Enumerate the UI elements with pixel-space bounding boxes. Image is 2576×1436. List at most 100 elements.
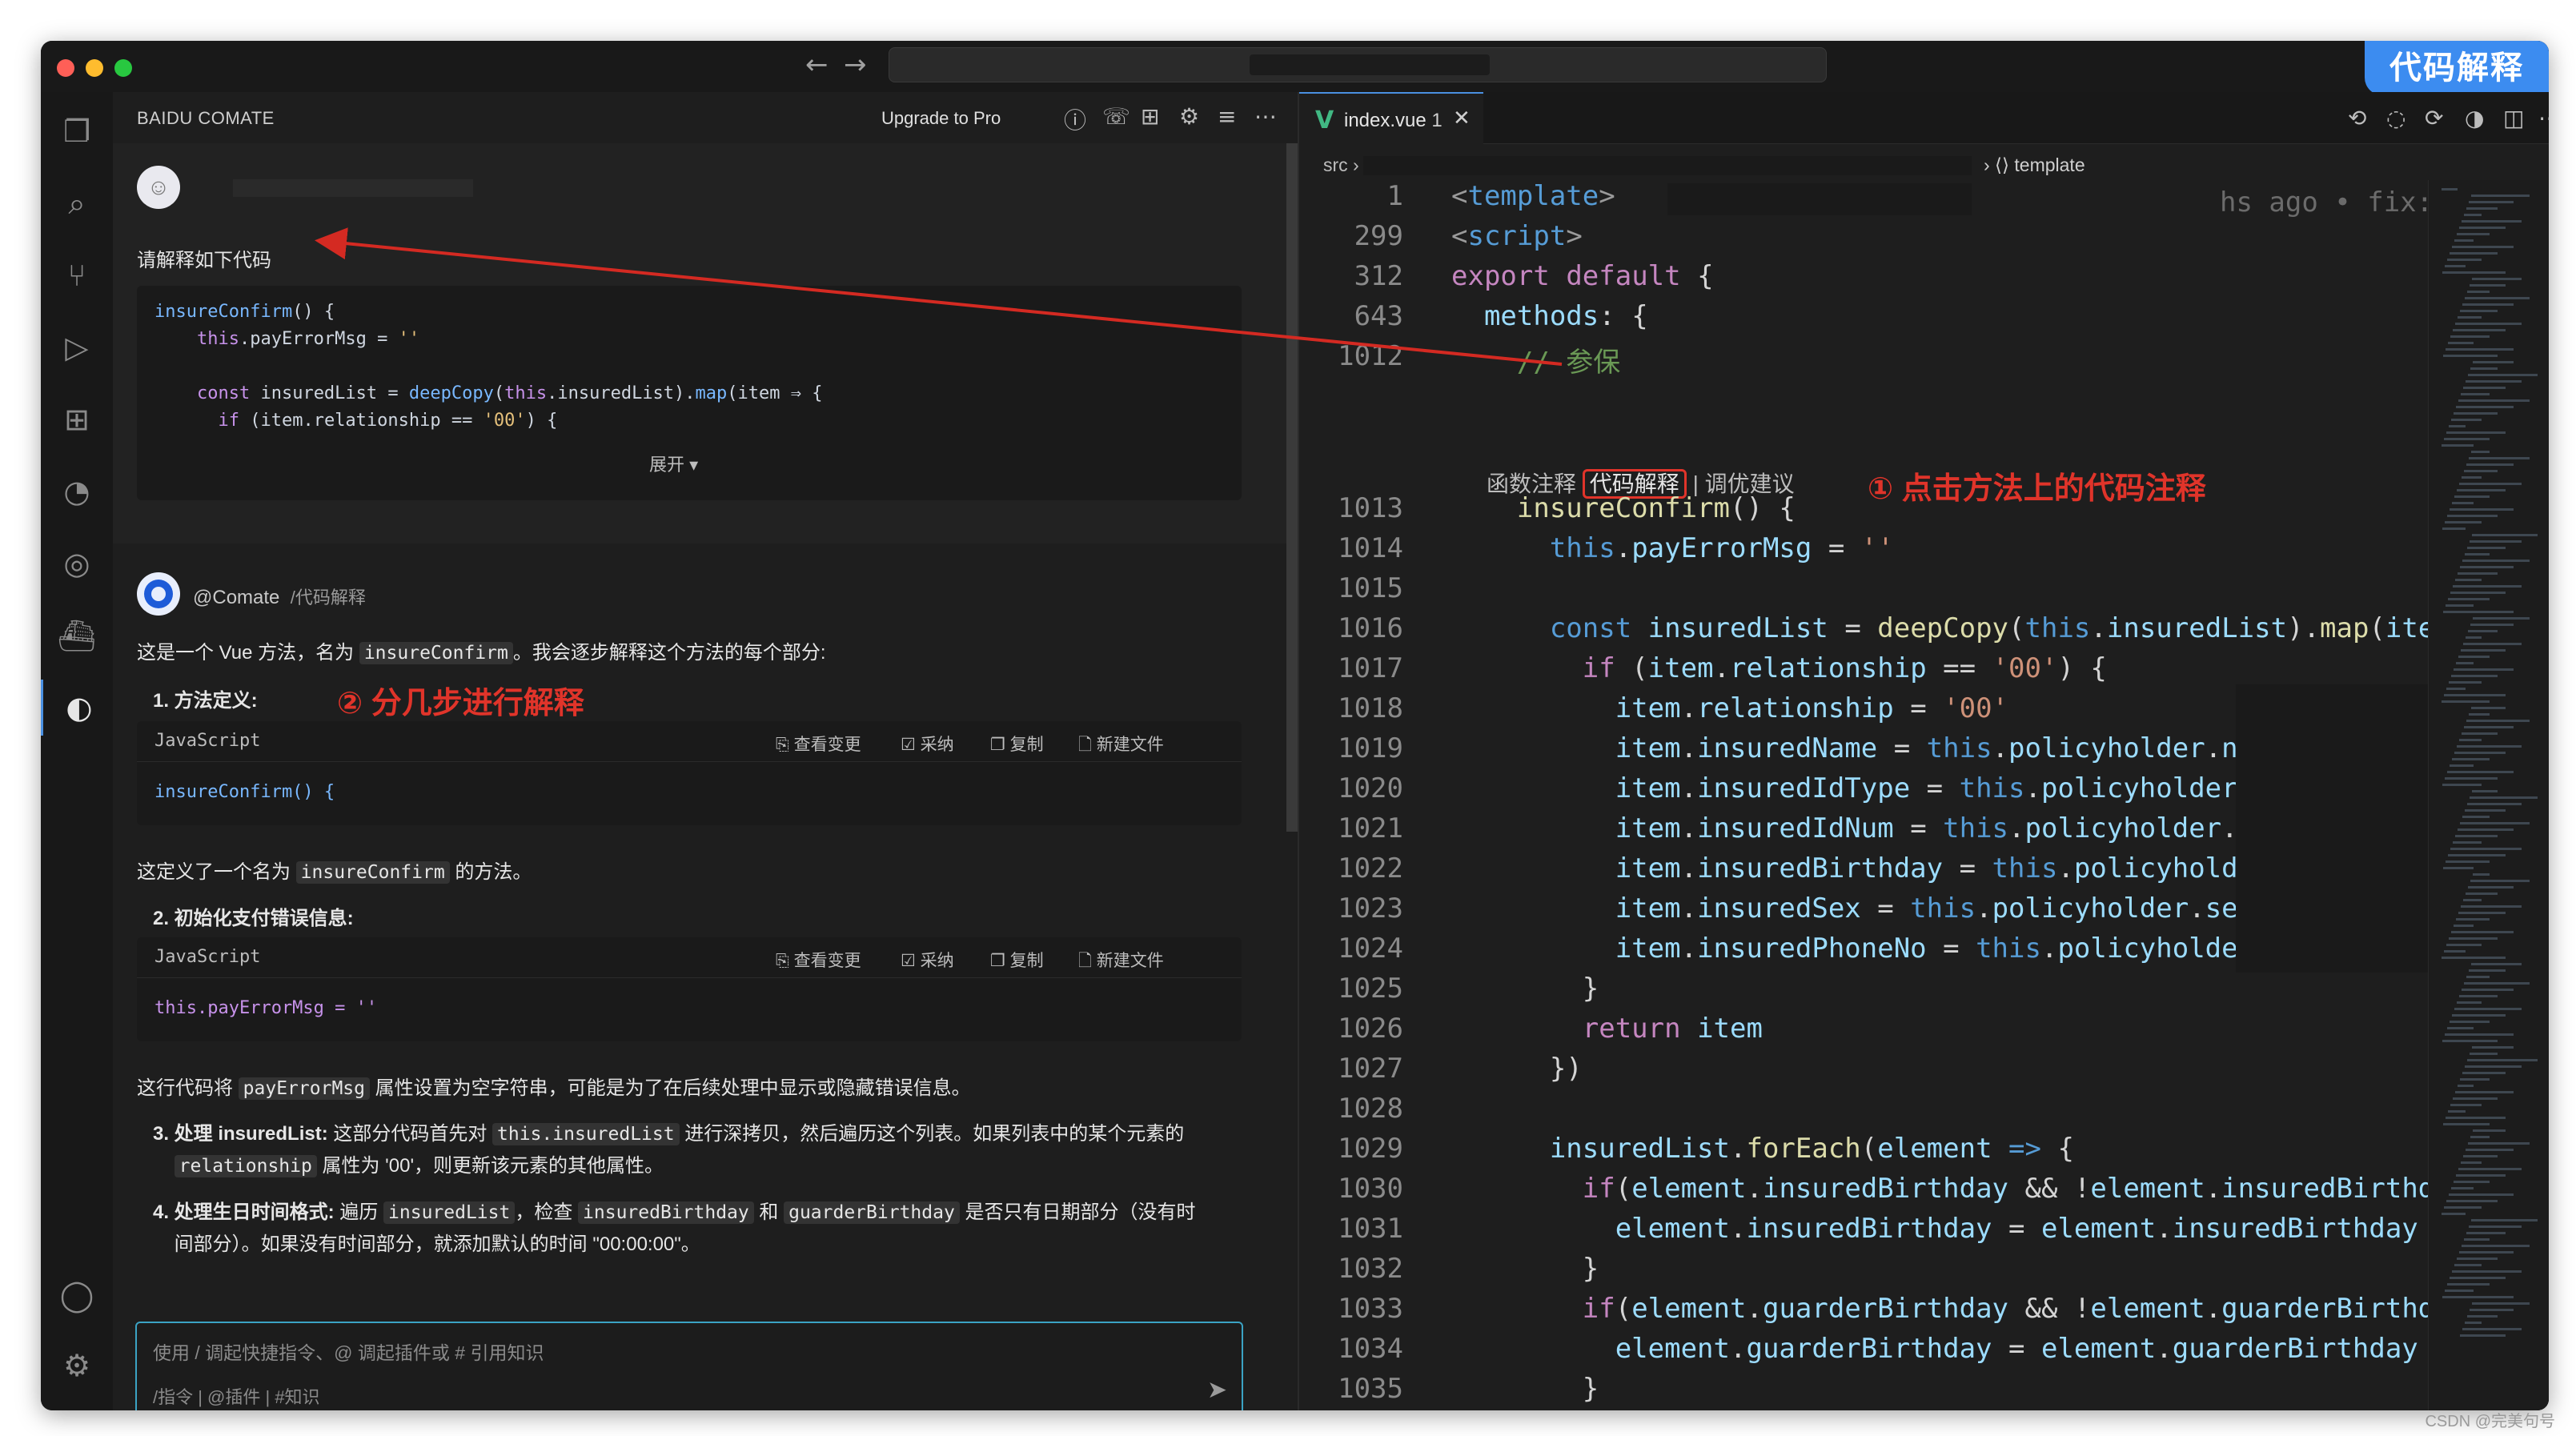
upgrade-to-pro-link[interactable]: Upgrade to Pro [881,108,1001,129]
code-block-header: JavaScript ⎘ 查看变更 ☑ 采纳 ❐ 复制 🗋 新建文件 [137,721,1242,762]
line-number: 1031 [1338,1213,1403,1245]
minimap-line [2463,899,2482,901]
new-file-button[interactable]: 🗋 新建文件 [1078,948,1164,977]
maximize-window-button[interactable] [114,59,132,77]
input-shortcuts[interactable]: /指令 | @插件 | #知识 [153,1383,320,1409]
more-actions-icon[interactable]: ⋯ [2538,105,2549,131]
minimap-line [2467,803,2522,805]
help-icon[interactable]: ⓘ [1064,103,1086,135]
history-icon[interactable]: ≡ [1218,103,1236,130]
minimap-line [2450,252,2498,255]
run-debug-icon[interactable]: ▷ [41,319,113,375]
copy-button[interactable]: ❐ 复制 [990,732,1044,756]
chat-input[interactable]: 使用 / 调起快捷指令、@ 调起插件或 # 引用知识 /指令 | @插件 | #… [135,1322,1243,1410]
comate-icon[interactable]: ◐ [41,680,115,736]
settings-gear-icon[interactable]: ⚙ [41,1338,113,1394]
copy-button[interactable]: ❐ 复制 [990,948,1044,972]
accept-button[interactable]: ☑ 采纳 [901,732,954,756]
minimap-line [2444,694,2506,696]
next-change-icon[interactable]: ⟳ [2425,105,2443,131]
minimap-line [2470,284,2506,287]
minimap-line [2452,1014,2506,1017]
timeline-icon[interactable]: ◑ [2465,105,2484,131]
feedback-icon[interactable]: ☏ [1102,103,1130,130]
minimap-line [2445,1290,2474,1292]
code-line: insuredList.forEach(element => { [1549,1133,2074,1165]
minimap-line [2472,790,2498,792]
expand-button[interactable]: 展开 ▾ [649,451,698,476]
step-2-label: 2. 初始化支付错误信息: [153,908,354,929]
minimap-line [2456,662,2474,664]
minimap-line [2458,572,2498,575]
chat-scrollbar[interactable] [1286,143,1298,832]
feature-badge: 代码解释 [2365,41,2549,95]
accept-button[interactable]: ☑ 采纳 [901,948,954,972]
title-bar: ← → 代码解释 [41,41,2549,95]
docker-icon[interactable]: ⛴ [41,608,113,664]
minimap-line [2468,1142,2530,1145]
minimap-line [2470,540,2522,543]
minimap-line [2464,982,2530,985]
minimap-line [2467,547,2506,549]
source-control-icon[interactable]: ⑂ [41,247,113,303]
minimap-line [2462,303,2514,306]
line-number: 1019 [1338,732,1403,764]
search-icon[interactable]: ⌕ [41,175,113,231]
minimap-line [2461,1161,2482,1164]
remote-icon[interactable]: ◎ [41,535,113,592]
minimap-line [2471,963,2522,965]
command-center[interactable] [889,47,1827,82]
minimap-line [2458,656,2490,658]
minimap-line [2472,278,2522,280]
open-changes-icon[interactable]: ⟲ [2348,105,2366,131]
code-line: const insuredList = deepCopy(this.insure… [1549,612,2484,644]
user-code-line: this.payErrorMsg = '' [196,329,420,349]
more-icon[interactable]: ⋯ [1254,103,1277,130]
user-code-line: const insuredList = deepCopy(this.insure… [196,383,823,403]
tab-index-vue[interactable]: V index.vue 1 ✕ [1299,92,1483,145]
minimap-line [2468,374,2538,376]
git-graph-icon[interactable]: ◔ [41,463,113,519]
minimap-line [2463,387,2506,389]
chat-header: BAIDU COMATE Upgrade to Pro ⓘ ☏ ⊞ ⚙ ≡ ⋯ [113,92,1298,143]
forward-arrow-icon[interactable]: → [844,49,867,81]
command-center-text [1250,54,1490,75]
send-icon[interactable]: ➤ [1207,1376,1227,1404]
explorer-icon[interactable]: ❐ [41,103,113,159]
view-changes-button[interactable]: ⎘ 查看变更 [776,732,861,756]
minimap-line [2449,425,2466,427]
new-file-button[interactable]: 🗋 新建文件 [1078,732,1164,761]
minimap-line [2462,476,2482,479]
previous-change-icon[interactable]: ◌ [2386,105,2405,131]
minimap-line [2458,828,2514,831]
minimap-line [2465,553,2490,556]
close-tab-icon[interactable]: ✕ [1453,106,1471,130]
line-number: 1021 [1338,812,1403,844]
desc-1: 这定义了一个名为 insureConfirm 的方法。 [137,861,532,884]
line-number: 1029 [1338,1133,1403,1165]
view-changes-button[interactable]: ⎘ 查看变更 [776,948,861,972]
minimap-line [2470,880,2530,882]
minimap-line [2442,271,2506,274]
breadcrumb-leaf[interactable]: › ⟨⟩ template [1984,154,2085,176]
minimap-line [2473,1129,2506,1132]
back-arrow-icon[interactable]: ← [805,49,829,81]
split-editor-icon[interactable]: ◫ [2503,105,2524,131]
minimap-line [2450,1277,2506,1279]
minimap[interactable] [2428,180,2549,1410]
minimap-line [2465,1322,2482,1324]
minimap-line [2450,848,2522,850]
minimize-window-button[interactable] [86,59,103,77]
settings-icon[interactable]: ⚙ [1179,103,1199,130]
breadcrumb[interactable]: src › [1323,154,1359,176]
extensions-icon[interactable]: ⊞ [41,391,113,447]
code-line: if(element.insuredBirthday && !element.i… [1582,1173,2484,1205]
line-number: 1022 [1338,852,1403,884]
close-window-button[interactable] [57,59,74,77]
account-icon[interactable]: ◯ [41,1267,113,1323]
line-number: 1032 [1338,1253,1403,1285]
minimap-line [2442,1296,2514,1298]
plugins-icon[interactable]: ⊞ [1141,103,1159,130]
minimap-line [2464,214,2482,216]
minimap-line [2461,649,2506,652]
